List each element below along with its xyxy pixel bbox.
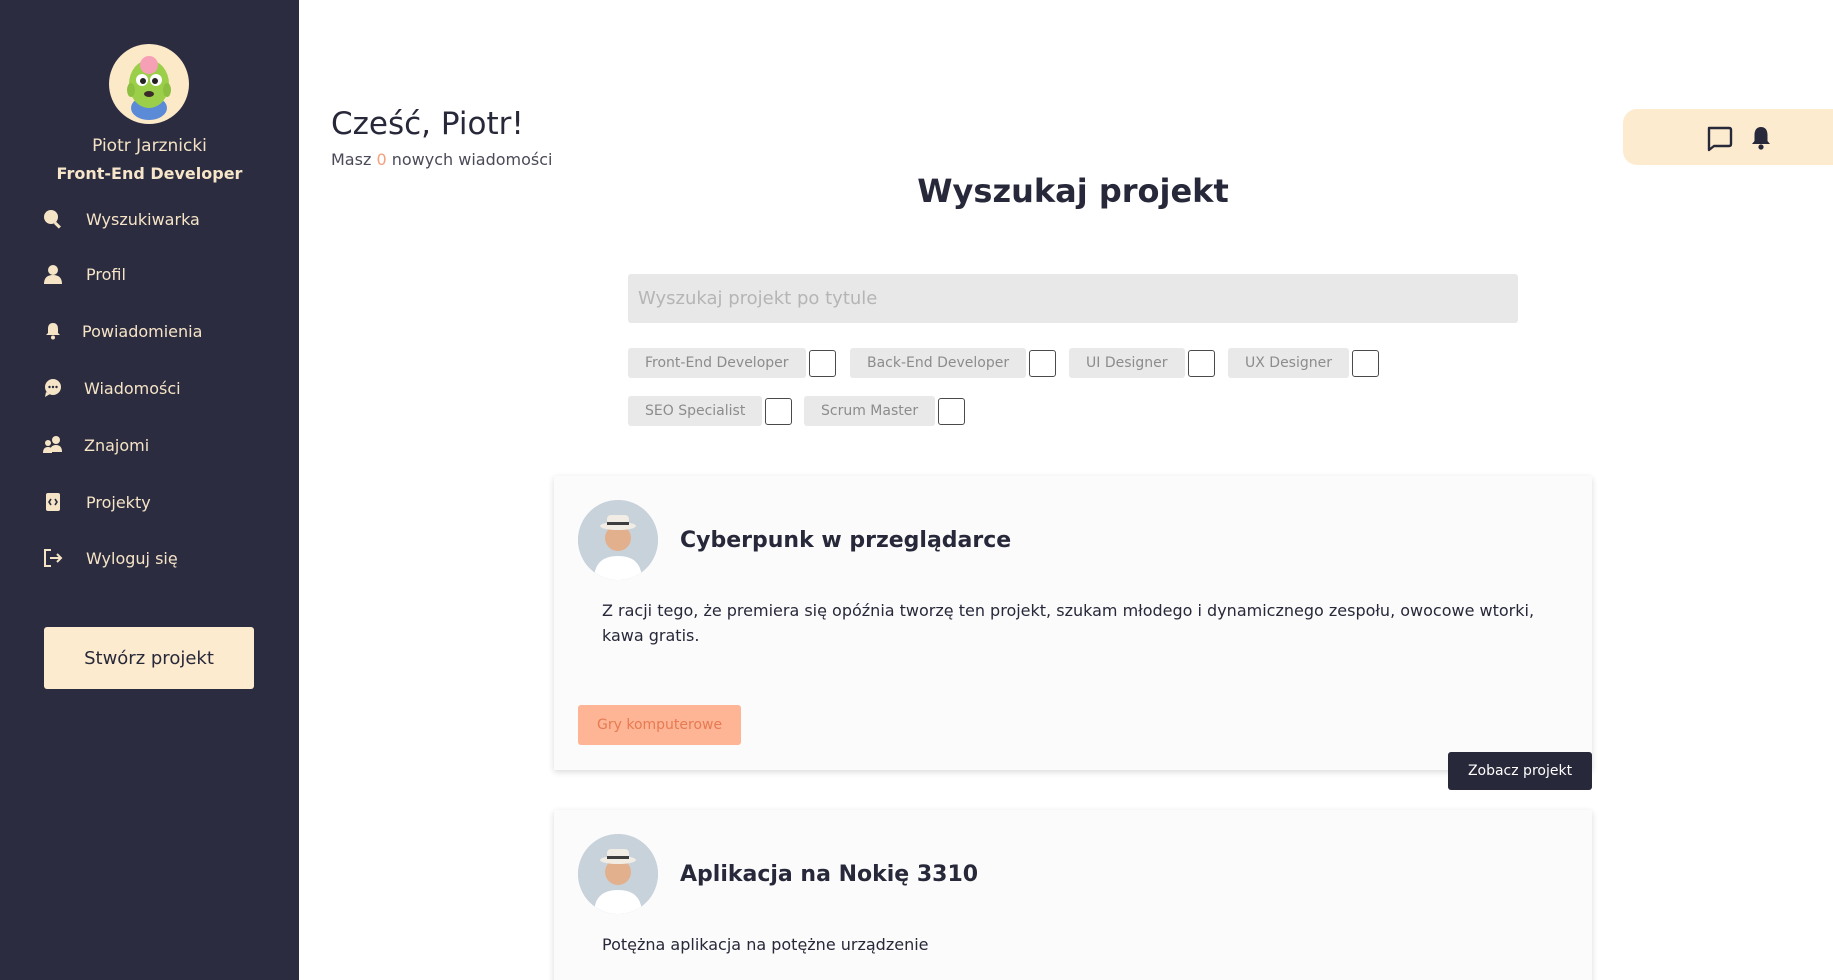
filter-label: UI Designer — [1069, 348, 1185, 378]
project-card: Aplikacja na Nokię 3310 Potężna aplikacj… — [554, 810, 1592, 980]
messages-count: 0 — [376, 150, 387, 169]
sidebar-item-projects[interactable]: Projekty — [42, 487, 151, 517]
avatar-monster-icon — [127, 56, 171, 120]
sidebar-item-friends[interactable]: Znajomi — [42, 430, 149, 460]
project-card: Cyberpunk w przeglądarce Z racji tego, ż… — [554, 476, 1592, 770]
page-greeting: Cześć, Piotr! — [331, 106, 524, 142]
sidebar-item-label: Wyszukiwarka — [86, 209, 200, 229]
user-name: Piotr Jarznicki — [92, 136, 207, 156]
user-icon — [42, 263, 64, 285]
friends-icon — [42, 434, 64, 456]
sidebar-item-logout[interactable]: Wyloguj się — [42, 543, 178, 573]
logout-icon — [42, 547, 64, 569]
filter-back-end: Back-End Developer — [850, 348, 1057, 378]
filter-label: UX Designer — [1228, 348, 1349, 378]
top-actions-bar — [1623, 109, 1833, 165]
filter-label: Scrum Master — [804, 396, 936, 426]
messages-suffix: nowych wiadomości — [391, 150, 553, 169]
filter-label: Back-End Developer — [850, 348, 1027, 378]
view-project-button[interactable]: Zobacz projekt — [1448, 752, 1592, 790]
filter-ui-designer: UI Designer — [1069, 348, 1215, 378]
bell-icon — [42, 320, 64, 342]
search-section-title: Wyszukaj projekt — [917, 172, 1229, 210]
filter-front-end: Front-End Developer — [628, 348, 836, 378]
project-owner-avatar[interactable] — [578, 834, 658, 914]
filter-checkbox[interactable] — [1352, 349, 1379, 377]
sidebar-item-messages[interactable]: Wiadomości — [42, 373, 181, 403]
sidebar-item-profile[interactable]: Profil — [42, 259, 126, 289]
search-icon — [42, 208, 64, 230]
code-file-icon — [42, 491, 64, 513]
create-project-button[interactable]: Stwórz projekt — [44, 627, 254, 689]
user-avatar[interactable] — [109, 44, 189, 124]
filter-checkbox[interactable] — [1029, 349, 1057, 377]
filter-label: Front-End Developer — [628, 348, 806, 378]
project-title[interactable]: Cyberpunk w przeglądarce — [680, 528, 1011, 553]
sidebar-item-label: Powiadomienia — [82, 321, 203, 341]
project-owner-avatar[interactable] — [578, 500, 658, 580]
notifications-bell-icon[interactable] — [1747, 124, 1775, 152]
new-messages-info: Masz 0 nowych wiadomości — [331, 150, 552, 169]
sidebar-item-notifications[interactable]: Powiadomienia — [42, 316, 202, 346]
filter-checkbox[interactable] — [938, 397, 966, 425]
filter-checkbox[interactable] — [765, 397, 793, 425]
filter-ux-designer: UX Designer — [1228, 348, 1379, 378]
sidebar-item-label: Znajomi — [84, 435, 150, 455]
filter-checkbox[interactable] — [808, 349, 836, 377]
filter-checkbox[interactable] — [1187, 349, 1215, 377]
sidebar-item-label: Wyloguj się — [86, 548, 178, 568]
sidebar-item-label: Projekty — [86, 492, 151, 512]
person-avatar-icon — [578, 834, 658, 914]
filter-label: SEO Specialist — [628, 396, 763, 426]
messages-icon[interactable] — [1705, 124, 1733, 152]
messages-prefix: Masz — [331, 150, 372, 169]
sidebar: Piotr Jarznicki Front-End Developer Wysz… — [0, 0, 299, 980]
filter-seo-specialist: SEO Specialist — [628, 396, 793, 426]
project-description: Potężna aplikacja na potężne urządzenie — [602, 935, 929, 954]
filter-scrum-master: Scrum Master — [804, 396, 966, 426]
sidebar-item-label: Wiadomości — [84, 378, 181, 398]
chat-icon — [42, 377, 64, 399]
project-title[interactable]: Aplikacja na Nokię 3310 — [680, 862, 978, 887]
search-input[interactable] — [628, 274, 1518, 323]
sidebar-item-label: Profil — [86, 264, 126, 284]
person-avatar-icon — [578, 500, 658, 580]
project-description: Z racji tego, że premiera się opóźnia tw… — [602, 601, 1535, 645]
project-category-tag[interactable]: Gry komputerowe — [578, 705, 742, 745]
